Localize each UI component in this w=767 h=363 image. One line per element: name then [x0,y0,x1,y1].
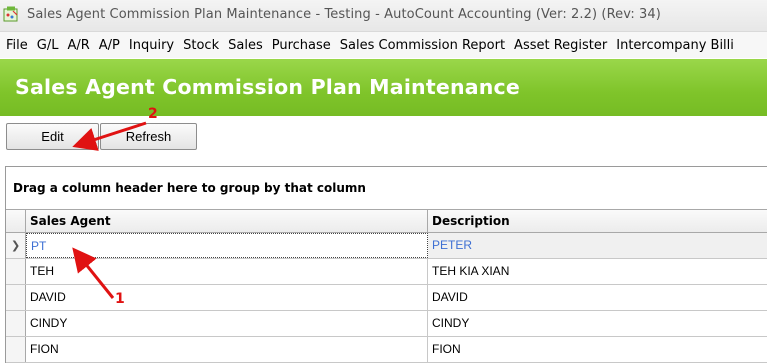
cell-description[interactable]: PETER [428,233,767,258]
column-header-row: Sales Agent Description [6,209,767,233]
group-by-hint: Drag a column header here to group by th… [13,181,366,195]
sales-agent-grid: Drag a column header here to group by th… [5,166,767,363]
menu-bar: File G/L A/R A/P Inquiry Stock Sales Pur… [0,32,767,58]
page-title: Sales Agent Commission Plan Maintenance [15,75,521,99]
cell-description[interactable]: TEH KIA XIAN [428,259,767,284]
menu-ar[interactable]: A/R [63,38,93,53]
menu-purchase[interactable]: Purchase [268,38,335,53]
current-row-chevron-icon: ❯ [11,239,21,252]
autocount-app-icon [3,6,18,22]
cell-sales-agent[interactable]: PT [26,233,428,258]
edit-button[interactable]: Edit [6,123,99,150]
cell-description[interactable]: CINDY [428,311,767,336]
refresh-button[interactable]: Refresh [100,123,197,150]
row-indicator [6,259,26,284]
cell-description[interactable]: FION [428,337,767,362]
menu-file[interactable]: File [2,38,32,53]
row-indicator [6,285,26,310]
row-indicator [6,337,26,362]
column-header-sales-agent[interactable]: Sales Agent [26,210,428,232]
menu-stock[interactable]: Stock [179,38,223,53]
column-header-description[interactable]: Description [428,210,767,232]
menu-sales[interactable]: Sales [224,38,267,53]
group-by-panel[interactable]: Drag a column header here to group by th… [6,167,767,209]
menu-sales-commission-report[interactable]: Sales Commission Report [336,38,509,53]
cell-sales-agent[interactable]: TEH [26,259,428,284]
menu-asset-register[interactable]: Asset Register [510,38,611,53]
row-indicator-header [6,210,26,232]
annotation-label-2: 2 [148,106,158,122]
table-row[interactable]: ❯ PT PETER [6,233,767,259]
table-row[interactable]: CINDY CINDY [6,311,767,337]
row-indicator: ❯ [6,233,26,258]
table-row[interactable]: FION FION [6,337,767,363]
window-title-bar: Sales Agent Commission Plan Maintenance … [0,0,767,32]
menu-gl[interactable]: G/L [33,38,63,53]
menu-intercompany-billing[interactable]: Intercompany Billi [612,38,738,53]
annotation-label-1: 1 [115,291,125,307]
table-row[interactable]: TEH TEH KIA XIAN [6,259,767,285]
menu-inquiry[interactable]: Inquiry [125,38,178,53]
page-header: Sales Agent Commission Plan Maintenance [0,59,767,116]
row-indicator [6,311,26,336]
cell-description[interactable]: DAVID [428,285,767,310]
toolbar: Edit Refresh [0,116,767,160]
cell-sales-agent[interactable]: DAVID [26,285,428,310]
cell-sales-agent[interactable]: CINDY [26,311,428,336]
window-title: Sales Agent Commission Plan Maintenance … [27,7,661,22]
menu-ap[interactable]: A/P [95,38,124,53]
cell-sales-agent[interactable]: FION [26,337,428,362]
